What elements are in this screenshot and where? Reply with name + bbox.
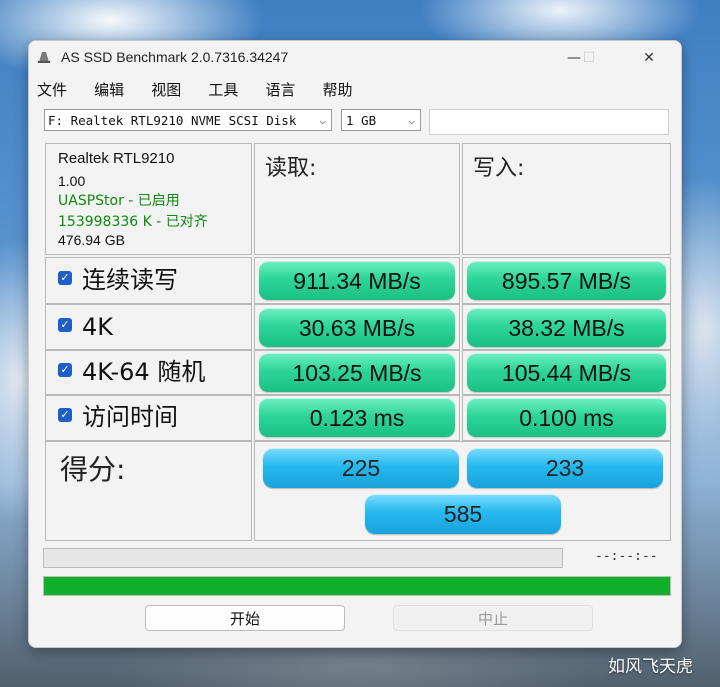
access-read-value: 0.123 ms xyxy=(259,398,455,437)
row-4k64-label[interactable]: ✓ 4K-64 随机 xyxy=(45,349,252,396)
menu-view[interactable]: 视图 xyxy=(151,79,181,100)
checkbox-access[interactable]: ✓ xyxy=(58,408,72,422)
score-area: 225 233 585 xyxy=(254,441,671,541)
elapsed-timer: --:--:-- xyxy=(595,549,658,564)
4k64-read-value: 103.25 MB/s xyxy=(259,353,455,392)
drive-select[interactable]: F: Realtek RTL9210 NVME SCSI Disk ⌵ xyxy=(44,109,332,131)
device-driver: UASPStor - 已启用 xyxy=(58,193,180,209)
watermark-text: 如风飞天虎 xyxy=(608,657,693,677)
disk-icon xyxy=(38,52,50,63)
score-write: 233 xyxy=(467,448,663,488)
score-label: 得分: xyxy=(45,441,252,541)
write-header: 写入: xyxy=(462,143,671,255)
4k-read-value: 30.63 MB/s xyxy=(259,308,455,347)
size-select-value: 1 GB xyxy=(346,113,377,128)
device-alignment: 153998336 K - 已对齐 xyxy=(58,214,208,230)
total-progress-bar xyxy=(43,576,671,596)
app-window: AS SSD Benchmark 2.0.7316.34247 — ☐ ✕ 文件… xyxy=(28,40,682,648)
close-button[interactable]: ✕ xyxy=(629,45,669,71)
device-capacity: 476.94 GB xyxy=(58,232,125,248)
access-read-cell: 0.123 ms xyxy=(254,394,460,441)
seq-read-value: 911.34 MB/s xyxy=(259,261,455,300)
results-grid: Realtek RTL9210 1.00 UASPStor - 已启用 1539… xyxy=(45,143,671,541)
stop-button[interactable]: 中止 xyxy=(393,605,593,631)
row-access-label[interactable]: ✓ 访问时间 xyxy=(45,394,252,441)
menu-file[interactable]: 文件 xyxy=(37,79,67,100)
row-4k-label[interactable]: ✓ 4K xyxy=(45,304,252,351)
access-write-cell: 0.100 ms xyxy=(462,394,671,441)
seq-write-value: 895.57 MB/s xyxy=(467,261,666,300)
score-total: 585 xyxy=(365,494,561,534)
checkbox-4k64[interactable]: ✓ xyxy=(58,363,72,377)
access-write-value: 0.100 ms xyxy=(467,398,666,437)
checkbox-seq[interactable]: ✓ xyxy=(58,271,72,285)
row-seq-label[interactable]: ✓ 连续读写 xyxy=(45,257,252,304)
window-title: AS SSD Benchmark 2.0.7316.34247 xyxy=(61,49,289,65)
device-name: Realtek RTL9210 xyxy=(58,150,175,167)
current-progress-bar xyxy=(43,548,563,568)
menu-edit[interactable]: 编辑 xyxy=(94,79,124,100)
seq-write-cell: 895.57 MB/s xyxy=(462,257,671,304)
4k64-read-cell: 103.25 MB/s xyxy=(254,349,460,396)
chevron-down-icon: ⌵ xyxy=(319,114,326,127)
row-label-text: 4K xyxy=(82,313,114,341)
read-header: 读取: xyxy=(254,143,460,255)
seq-read-cell: 911.34 MB/s xyxy=(254,257,460,304)
4k-write-value: 38.32 MB/s xyxy=(467,308,666,347)
total-progress-fill xyxy=(44,577,670,595)
device-firmware: 1.00 xyxy=(58,173,86,189)
device-info: Realtek RTL9210 1.00 UASPStor - 已启用 1539… xyxy=(45,143,252,255)
start-button[interactable]: 开始 xyxy=(145,605,345,631)
checkbox-4k[interactable]: ✓ xyxy=(58,318,72,332)
score-read: 225 xyxy=(263,448,459,488)
row-label-text: 4K-64 随机 xyxy=(82,358,206,386)
4k-write-cell: 38.32 MB/s xyxy=(462,304,671,351)
title-bar: AS SSD Benchmark 2.0.7316.34247 — ☐ ✕ xyxy=(29,41,681,75)
drive-select-value: F: Realtek RTL9210 NVME SCSI Disk xyxy=(48,113,297,128)
menu-tools[interactable]: 工具 xyxy=(208,79,238,100)
4k64-write-cell: 105.44 MB/s xyxy=(462,349,671,396)
4k64-write-value: 105.44 MB/s xyxy=(467,353,666,392)
extra-field[interactable] xyxy=(429,109,669,135)
menu-bar: 文件 编辑 视图 工具 语言 帮助 xyxy=(37,79,375,103)
row-label-text: 连续读写 xyxy=(82,266,178,294)
size-select[interactable]: 1 GB ⌵ xyxy=(341,109,421,131)
menu-language[interactable]: 语言 xyxy=(265,79,295,100)
4k-read-cell: 30.63 MB/s xyxy=(254,304,460,351)
menu-help[interactable]: 帮助 xyxy=(323,79,353,100)
maximize-button[interactable]: ☐ xyxy=(569,45,609,71)
chevron-down-icon: ⌵ xyxy=(408,114,415,127)
row-label-text: 访问时间 xyxy=(82,403,178,431)
